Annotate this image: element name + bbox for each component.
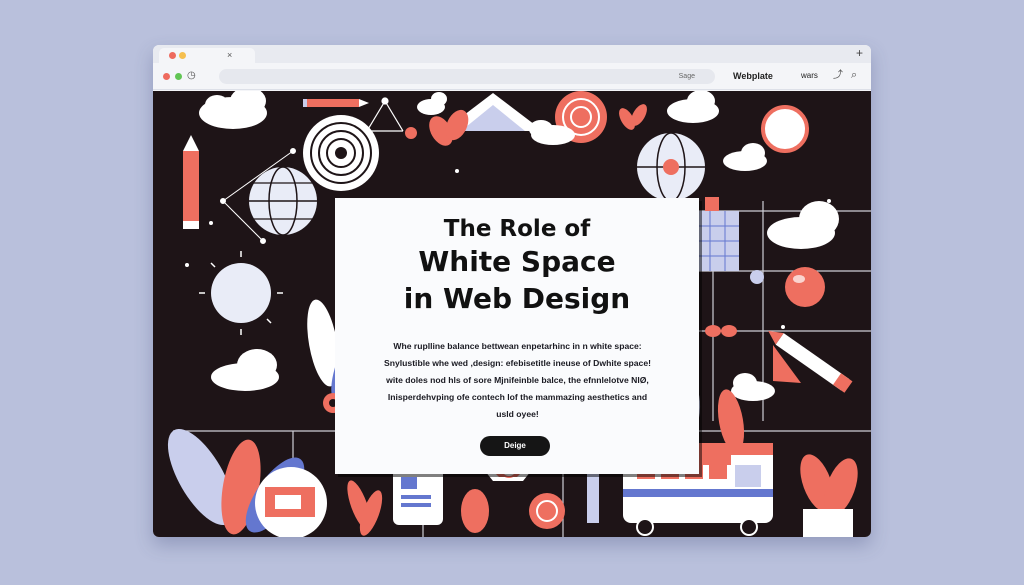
close-window-dot[interactable] bbox=[163, 73, 170, 80]
spiral-icon bbox=[529, 493, 565, 529]
search-icon[interactable]: ⌕ bbox=[851, 69, 857, 81]
butterfly-icon bbox=[705, 325, 737, 337]
hero-card: The Role of White Space in Web Design Wh… bbox=[335, 198, 699, 474]
nav-link[interactable]: wars bbox=[801, 70, 818, 82]
new-tab-icon[interactable]: + bbox=[856, 46, 863, 60]
page-viewport: The Role of White Space in Web Design Wh… bbox=[153, 91, 871, 537]
body-line: usld oyee! bbox=[496, 409, 539, 419]
pencil-icon bbox=[183, 135, 199, 229]
body-line: Snylustible whe wed ,design: efebisetitl… bbox=[384, 358, 651, 368]
leaf-icon bbox=[461, 489, 489, 533]
address-bar[interactable]: Sage bbox=[219, 69, 715, 84]
target-icon bbox=[303, 115, 379, 191]
cloud-icon bbox=[417, 92, 447, 115]
leaf-icon bbox=[800, 454, 858, 537]
sun-icon bbox=[761, 105, 809, 153]
body-line: wite doles nod hls of sore Mjnifeinble b… bbox=[386, 375, 649, 385]
leaf-icon bbox=[619, 104, 647, 130]
hero-title-line1: The Role of bbox=[443, 216, 591, 242]
node-icon bbox=[366, 97, 417, 139]
leaf-icon bbox=[347, 480, 383, 536]
address-text: Sage bbox=[678, 73, 695, 80]
body-line: Inisperdehvping ofe contech lof the mamm… bbox=[387, 392, 648, 402]
cloud-icon bbox=[731, 373, 775, 401]
history-icon[interactable]: ◷ bbox=[187, 70, 196, 82]
site-name-link[interactable]: Webplate bbox=[733, 70, 773, 82]
cloud-icon bbox=[723, 143, 767, 171]
close-window-dot[interactable] bbox=[169, 52, 176, 59]
cloud-icon bbox=[211, 349, 279, 391]
maximize-window-dot[interactable] bbox=[175, 73, 182, 80]
hero-title-line3: in Web Design bbox=[403, 282, 631, 315]
browser-mockup-icon bbox=[255, 467, 327, 537]
cta-button[interactable]: Deige bbox=[480, 436, 550, 456]
tab-close-icon[interactable]: × bbox=[227, 49, 232, 61]
globe-icon bbox=[249, 166, 317, 236]
globe-icon bbox=[637, 132, 705, 202]
sun-icon bbox=[199, 251, 283, 335]
tab-bar: × + bbox=[153, 45, 871, 63]
browser-tab[interactable]: × bbox=[159, 48, 255, 63]
cloud-icon bbox=[667, 91, 719, 123]
ball-icon bbox=[750, 267, 825, 307]
share-icon[interactable]: ⤴ bbox=[833, 70, 843, 82]
browser-toolbar: ◷ Sage Webplate wars ⤴ ⌕ bbox=[153, 63, 871, 90]
hero-title-line2: White Space bbox=[418, 245, 616, 278]
minimize-window-dot[interactable] bbox=[179, 52, 186, 59]
cloud-icon bbox=[767, 201, 839, 249]
hero-body: Whe ruplline balance bettwean enpetarhin… bbox=[345, 338, 690, 423]
pencil-icon bbox=[303, 99, 369, 107]
cloud-icon bbox=[199, 91, 267, 129]
browser-window: × + ◷ Sage Webplate wars ⤴ ⌕ The Role of… bbox=[153, 45, 871, 537]
body-line: Whe ruplline balance bettwean enpetarhin… bbox=[393, 341, 642, 351]
